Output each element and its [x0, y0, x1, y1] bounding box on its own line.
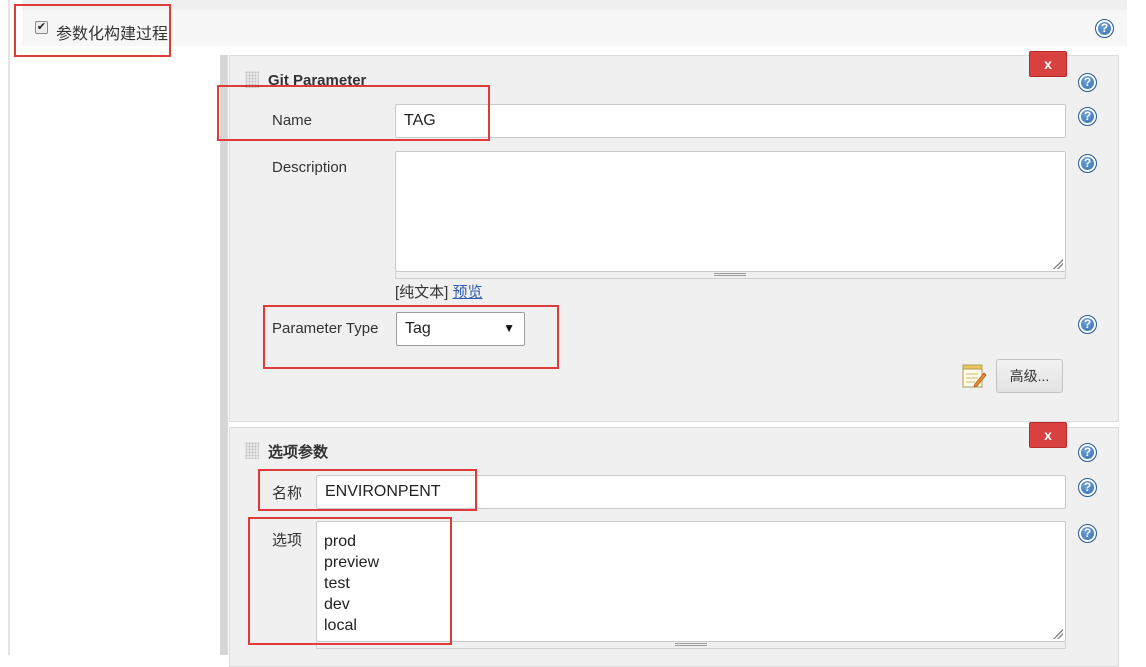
choice-item: preview [324, 554, 380, 571]
name-label: Name [272, 112, 313, 129]
help-icon[interactable]: ? [1078, 73, 1097, 92]
choices-label: 选项 [272, 532, 303, 549]
resize-grip-icon[interactable] [1053, 629, 1063, 639]
help-icon[interactable]: ? [1078, 478, 1097, 497]
choice-item: test [324, 575, 350, 592]
choice-name-label: 名称 [272, 485, 303, 502]
help-icon[interactable]: ? [1095, 19, 1114, 38]
parameter-type-label: Parameter Type [272, 320, 379, 337]
parameterized-build-row [22, 10, 1127, 46]
choice-parameter-title: 选项参数 [268, 444, 329, 461]
advanced-button[interactable]: 高级... [996, 359, 1063, 393]
chevron-down-icon: ▼ [503, 321, 515, 335]
help-icon[interactable]: ? [1078, 443, 1097, 462]
resize-handle-icon [714, 273, 746, 276]
resize-handle-icon [675, 643, 707, 646]
git-parameter-title: Git Parameter [268, 72, 367, 89]
parameterized-build-checkbox[interactable]: ✔ [35, 21, 48, 34]
outer-border-rule [8, 0, 10, 655]
resize-grip-icon[interactable] [1053, 259, 1063, 269]
drag-handle-icon[interactable] [245, 71, 259, 88]
drag-handle-icon[interactable] [245, 442, 259, 459]
choices-resize-bar[interactable] [316, 642, 1066, 649]
parameter-type-select[interactable]: Tag ▼ [396, 312, 525, 346]
delete-choice-parameter-button[interactable]: x [1029, 422, 1067, 448]
parameterized-build-label: 参数化构建过程 [56, 26, 169, 43]
choice-item: prod [324, 533, 357, 550]
preview-link[interactable]: 预览 [453, 284, 483, 301]
choices-textarea[interactable]: prod preview test dev local [316, 521, 1066, 642]
choice-item: dev [324, 596, 350, 613]
description-label: Description [272, 159, 348, 176]
description-resize-bar[interactable] [395, 272, 1066, 279]
notepad-edit-icon [962, 364, 987, 388]
help-icon[interactable]: ? [1078, 154, 1097, 173]
delete-git-parameter-button[interactable]: x [1029, 51, 1067, 77]
format-links: [纯文本] 预览 [395, 281, 483, 302]
help-icon[interactable]: ? [1078, 315, 1097, 334]
top-strip [22, 0, 1127, 10]
choice-name-input[interactable]: ENVIRONPENT [316, 475, 1066, 509]
description-value [396, 152, 1065, 164]
parameter-type-value: Tag [405, 320, 431, 337]
parameters-indent-bar [220, 55, 228, 655]
choice-item: local [324, 617, 357, 634]
description-textarea[interactable] [395, 151, 1066, 272]
help-icon[interactable]: ? [1078, 524, 1097, 543]
plain-text-label: [纯文本] [395, 284, 449, 301]
help-icon[interactable]: ? [1078, 107, 1097, 126]
name-input[interactable]: TAG [395, 104, 1066, 138]
choices-list: prod preview test dev local [317, 522, 1065, 636]
